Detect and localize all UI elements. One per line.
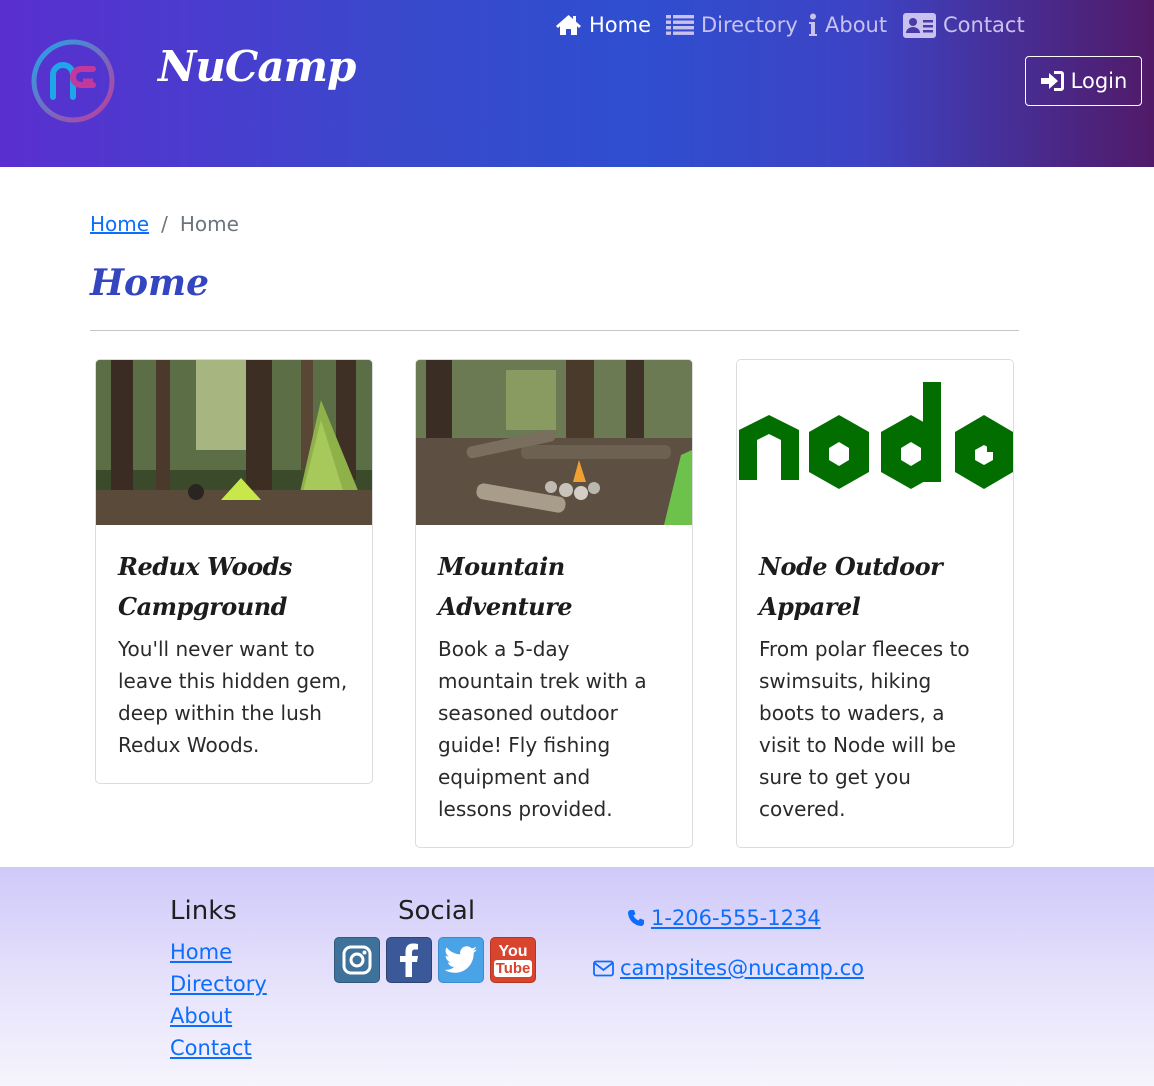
- nav-about-label: About: [825, 13, 888, 37]
- page-title: Home: [90, 262, 210, 304]
- card-mountain-adventure[interactable]: Mountain Adventure Book a 5-day mountain…: [415, 359, 693, 848]
- info-icon: [809, 13, 817, 36]
- youtube-text-top: You: [498, 943, 528, 960]
- list-icon: [666, 15, 694, 35]
- card-text: Book a 5-day mountain trek with a season…: [438, 637, 647, 821]
- nav-contact-label: Contact: [943, 13, 1025, 37]
- nav-about[interactable]: About: [808, 0, 887, 50]
- node-logo-image: [737, 360, 1013, 525]
- card-redux-woods[interactable]: Redux Woods Campground You'll never want…: [95, 359, 373, 784]
- twitter-button[interactable]: [438, 937, 484, 983]
- email-address: campsites@nucamp.co: [620, 956, 864, 980]
- card-node-apparel[interactable]: Node Outdoor Apparel From polar fleeces …: [736, 359, 1014, 848]
- login-button[interactable]: Login: [1025, 56, 1142, 106]
- breadcrumb-separator: /: [161, 212, 168, 236]
- youtube-icon: You Tube: [493, 943, 533, 977]
- nav-directory[interactable]: Directory: [666, 0, 798, 50]
- campground-image: [96, 360, 372, 525]
- card-title[interactable]: Node Outdoor Apparel: [759, 547, 991, 627]
- youtube-button[interactable]: You Tube: [490, 937, 536, 983]
- nucamp-logo[interactable]: [31, 39, 115, 123]
- address-card-icon: [903, 12, 936, 38]
- sign-in-icon: [1040, 71, 1064, 91]
- login-label: Login: [1070, 69, 1128, 93]
- social-buttons: You Tube: [334, 937, 536, 983]
- footer-link-home[interactable]: Home: [170, 940, 232, 964]
- facebook-icon: [400, 943, 418, 977]
- twitter-icon: [444, 946, 477, 973]
- phone-number: 1-206-555-1234: [651, 906, 821, 930]
- envelope-icon: [593, 960, 614, 976]
- nav-directory-label: Directory: [701, 13, 798, 37]
- nav-home-label: Home: [589, 13, 652, 37]
- breadcrumb-home-link[interactable]: Home: [90, 212, 149, 236]
- card-title[interactable]: Redux Woods Campground: [118, 547, 350, 627]
- footer-social-heading: Social: [398, 896, 476, 926]
- title-divider: [90, 330, 1019, 331]
- phone-icon: [628, 910, 644, 926]
- instagram-button[interactable]: [334, 937, 380, 983]
- card-text: From polar fleeces to swimsuits, hiking …: [759, 637, 970, 821]
- instagram-icon: [342, 945, 372, 975]
- home-icon: [556, 15, 581, 35]
- footer-link-directory[interactable]: Directory: [170, 972, 267, 996]
- facebook-button[interactable]: [386, 937, 432, 983]
- breadcrumb-current: Home: [179, 212, 239, 236]
- footer-links-heading: Links: [170, 896, 237, 926]
- nav-contact[interactable]: Contact: [903, 0, 1025, 50]
- footer-link-contact[interactable]: Contact: [170, 1036, 252, 1060]
- nav-home[interactable]: Home: [555, 0, 651, 50]
- footer-link-about[interactable]: About: [170, 1004, 232, 1028]
- breadcrumb: Home / Home: [90, 212, 239, 236]
- youtube-text-bottom: Tube: [493, 960, 533, 977]
- card-text: You'll never want to leave this hidden g…: [118, 637, 348, 757]
- campfire-image: [416, 360, 692, 525]
- phone-link[interactable]: 1-206-555-1234: [627, 906, 821, 930]
- brand-name[interactable]: NuCamp: [158, 42, 356, 91]
- card-title[interactable]: Mountain Adventure: [438, 547, 670, 627]
- email-link[interactable]: campsites@nucamp.co: [593, 956, 864, 980]
- navbar: NuCamp Home Directory About Contact: [0, 0, 1154, 167]
